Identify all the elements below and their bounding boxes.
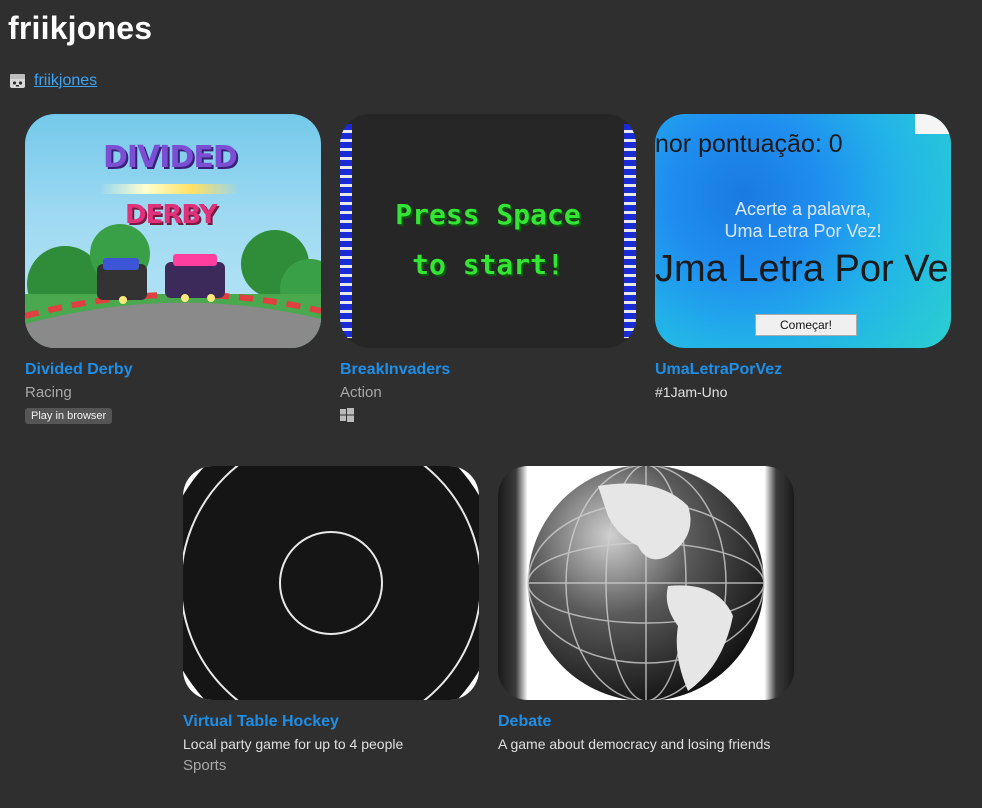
game-title[interactable]: UmaLetraPorVez: [655, 361, 951, 379]
game-card[interactable]: DIVIDED DERBY Divided Derby Racing Play …: [25, 114, 321, 424]
thumb-hint-line1: Acerte a palavra,: [734, 199, 872, 219]
game-title[interactable]: Virtual Table Hockey: [183, 713, 479, 731]
game-card[interactable]: nor pontuação: 0 Acerte a palavra, Uma L…: [655, 114, 951, 400]
game-thumbnail[interactable]: [183, 466, 479, 700]
game-description: Local party game for up to 4 people: [183, 736, 404, 752]
game-thumbnail[interactable]: Press Space to start!: [340, 114, 636, 348]
game-thumbnail[interactable]: [498, 466, 794, 700]
thumb-corner-panel: [915, 114, 951, 134]
game-title[interactable]: BreakInvaders: [340, 361, 636, 379]
game-card[interactable]: Press Space to start! BreakInvaders Acti…: [340, 114, 636, 422]
game-thumbnail[interactable]: nor pontuação: 0 Acerte a palavra, Uma L…: [655, 114, 951, 348]
profile-link[interactable]: friikjones: [34, 72, 97, 90]
thumb-line2: to start!: [412, 248, 564, 281]
game-card[interactable]: Virtual Table Hockey Local party game fo…: [183, 466, 479, 774]
game-genre: Racing: [25, 384, 72, 401]
playfield-right-edge: [624, 124, 636, 338]
thumb-hint-line2: Uma Letra Por Vez!: [724, 221, 882, 241]
game-genre: Action: [340, 384, 382, 401]
thumb-logo-line2: DERBY: [125, 200, 218, 230]
itchio-user-icon: [10, 73, 25, 88]
profile-row: friikjones: [9, 72, 97, 90]
game-thumbnail[interactable]: DIVIDED DERBY: [25, 114, 321, 348]
thumb-score: nor pontuação: 0: [655, 130, 843, 158]
play-in-browser-badge: Play in browser: [25, 408, 113, 424]
hockey-table: [183, 466, 479, 700]
game-description: A game about democracy and losing friend…: [498, 736, 771, 752]
globe-icon: [527, 466, 765, 700]
thumb-hint: Acerte a palavra, Uma Letra Por Vez!: [655, 198, 951, 242]
thumb-logo-line1: DIVIDED: [103, 140, 238, 175]
thumb-big-text: Jma Letra Por Ve: [655, 248, 949, 290]
game-title[interactable]: Debate: [498, 713, 794, 731]
game-card[interactable]: Debate A game about democracy and losing…: [498, 466, 794, 752]
windows-icon: [340, 408, 354, 422]
playfield-left-edge: [340, 124, 352, 338]
thumb-start-button: Começar!: [755, 314, 857, 336]
thumb-line1: Press Space: [395, 198, 581, 231]
game-title[interactable]: Divided Derby: [25, 361, 321, 379]
game-genre: Sports: [183, 757, 227, 774]
page-title: friikjones: [8, 10, 153, 46]
game-description: #1Jam-Uno: [655, 384, 728, 400]
logo-streak: [99, 184, 239, 194]
